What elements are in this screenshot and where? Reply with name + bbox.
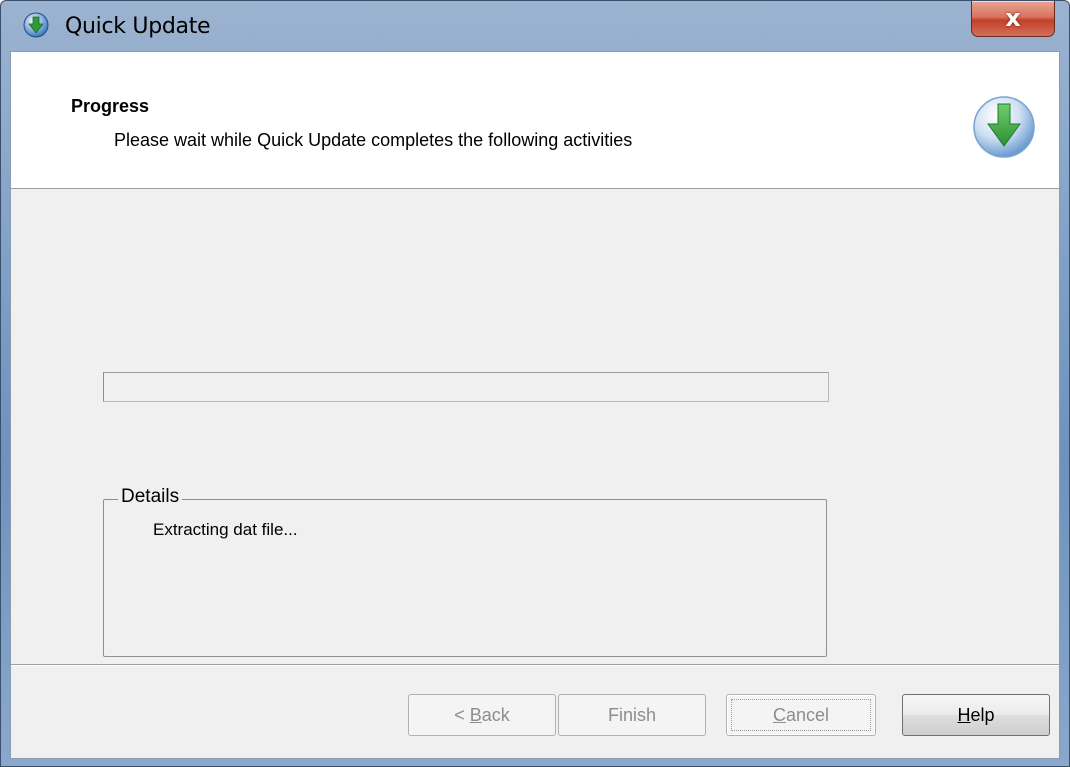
- page-subtitle: Please wait while Quick Update completes…: [114, 130, 633, 150]
- finish-label: Finish: [607, 705, 656, 725]
- finish-button[interactable]: Finish: [558, 694, 706, 736]
- quick-update-window: Quick Update x Progress Please wait whil…: [0, 0, 1070, 767]
- details-status-text: Extracting dat file...: [153, 520, 298, 539]
- focus-rectangle: [731, 699, 871, 731]
- download-arrow-icon: [23, 12, 49, 38]
- details-legend: Details: [118, 486, 183, 508]
- back-label: ack: [481, 705, 510, 725]
- close-icon: x: [1005, 4, 1021, 32]
- help-mnemonic: H: [957, 705, 971, 725]
- download-arrow-icon: [973, 96, 1035, 158]
- back-button[interactable]: < Back: [408, 694, 556, 736]
- wizard-header: Progress Please wait while Quick Update …: [11, 52, 1059, 189]
- details-group: Details Extracting dat file...: [103, 486, 827, 657]
- help-label: elp: [970, 705, 995, 725]
- progress-bar: [103, 372, 829, 402]
- page-title: Progress: [71, 96, 150, 116]
- back-mnemonic: B: [469, 705, 482, 725]
- footer-separator: [11, 664, 1059, 666]
- window-title: Quick Update: [65, 14, 211, 39]
- close-button[interactable]: x: [971, 1, 1055, 37]
- help-button[interactable]: Help: [902, 694, 1050, 736]
- title-bar[interactable]: Quick Update x: [1, 1, 1069, 51]
- back-prefix: <: [454, 705, 470, 725]
- wizard-body: Progress Please wait while Quick Update …: [10, 51, 1060, 759]
- cancel-button[interactable]: Cancel: [726, 694, 876, 736]
